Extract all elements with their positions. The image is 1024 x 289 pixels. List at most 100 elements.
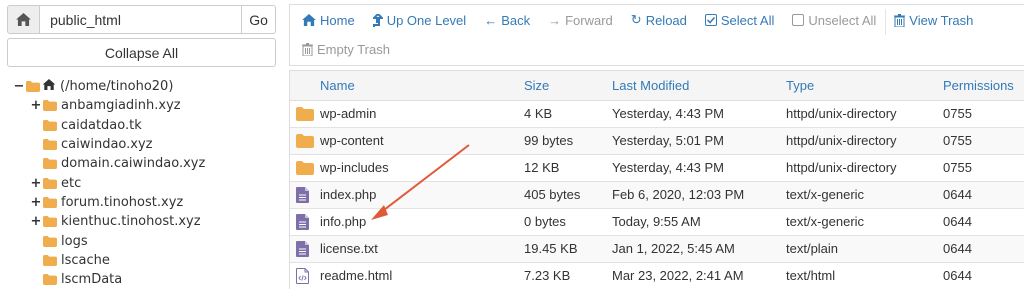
last-modified-column-header[interactable]: Last Modified [612,71,786,101]
level-up-icon [372,13,383,27]
file-name: index.php [320,181,524,209]
home-directory-button[interactable] [8,6,41,33]
tree-item[interactable]: caiwindao.xyz [14,135,279,154]
file-permissions: 0644 [943,262,1024,289]
collapse-icon[interactable]: − [14,79,25,94]
tree-item[interactable]: lscache [14,251,279,270]
folder-icon [43,254,57,266]
expand-icon[interactable]: + [31,195,42,210]
file-modified: Yesterday, 4:43 PM [612,154,786,182]
tree-item[interactable]: + anbamgiadinh.xyz [14,96,279,115]
size-column-header[interactable]: Size [524,71,612,101]
collapse-all-button[interactable]: Collapse All [7,38,276,67]
file-size: 405 bytes [524,181,612,209]
unselect-all-button[interactable]: Unselect All [792,12,876,28]
folder-icon [43,196,57,208]
refresh-icon: ↻ [630,12,642,27]
folder-icon [296,160,320,175]
expand-icon[interactable]: + [31,98,42,113]
table-row[interactable]: wp-includes 12 KB Yesterday, 4:43 PM httpd/… [290,154,1024,182]
file-size: 19.45 KB [524,235,612,263]
tree-item[interactable]: − (/home/tinoho20) [14,77,279,96]
forward-label: Forward [565,12,613,28]
file-name: wp-content [320,127,524,155]
tree-item-label: logs [61,233,88,249]
view-trash-button[interactable]: View Trash [894,12,973,28]
table-row[interactable]: wp-admin 4 KB Yesterday, 4:43 PM httpd/unix… [290,100,1024,128]
folder-icon [43,100,57,112]
tree-item[interactable]: domain.caiwindao.xyz [14,154,279,173]
tree-item-label: etc [61,175,82,191]
table-row[interactable]: index.php 405 bytes Feb 6, 2020, 12:03 PM t… [290,181,1024,209]
file-type: text/plain [786,235,943,263]
empty-trash-button[interactable]: Empty Trash [302,42,390,57]
file-modified: Jan 1, 2022, 5:45 AM [612,235,786,263]
home-button-label: Home [320,12,355,28]
tree-item-label: caiwindao.xyz [61,137,153,153]
tree-item-label: kienthuc.tinohost.xyz [61,214,201,230]
type-column-header[interactable]: Type [786,71,943,101]
trash-icon [302,43,313,56]
arrow-left-icon: ← [484,12,498,28]
folder-icon [43,119,57,131]
folder-icon [43,158,57,170]
name-column-header[interactable]: Name [320,71,524,101]
tree-item[interactable]: + etc [14,173,279,192]
home-icon [302,14,316,26]
tree-item-label: lscache [61,252,110,268]
folder-icon [296,106,320,121]
html-file-icon [296,267,320,284]
back-label: Back [501,12,531,28]
tree-item[interactable]: lscmData [14,270,279,289]
file-permissions: 0755 [943,127,1024,155]
folder-icon [296,133,320,148]
empty-trash-label: Empty Trash [317,42,390,57]
tree-item[interactable]: logs [14,231,279,250]
permissions-column-header[interactable]: Permissions [943,71,1024,101]
file-modified: Mar 23, 2022, 2:41 AM [612,262,786,289]
file-size: 0 bytes [524,208,612,236]
path-input[interactable] [40,6,242,33]
reload-button[interactable]: ↻ Reload [631,12,687,28]
folder-icon [43,177,57,189]
table-row[interactable]: info.php 0 bytes Today, 9:55 AM text/x-gene… [290,208,1024,236]
unselect-all-label: Unselect All [808,12,877,28]
file-table: Name Size Last Modified Type Permissions… [289,70,1024,289]
file-type: text/x-generic [786,208,943,236]
icon-column-header [290,71,320,101]
file-permissions: 0755 [943,100,1024,128]
file-type: httpd/unix-directory [786,154,943,182]
forward-button[interactable]: → Forward [548,12,613,28]
table-row[interactable]: license.txt 19.45 KB Jan 1, 2022, 5:45 AM t… [290,235,1024,263]
table-row[interactable]: readme.html 7.23 KB Mar 23, 2022, 2:41 AM t… [290,262,1024,289]
file-name: wp-includes [320,154,524,182]
expand-icon[interactable]: + [31,176,42,191]
expand-icon[interactable]: + [31,214,42,229]
directory-tree-pane: Go Collapse All − (/home/tinoho20) + anbamg… [0,0,284,289]
view-trash-label: View Trash [909,12,974,28]
file-type: httpd/unix-directory [786,127,943,155]
tree-item[interactable]: caidatdao.tk [14,116,279,135]
file-permissions: 0755 [943,154,1024,182]
tree-item[interactable]: + forum.tinohost.xyz [14,193,279,212]
folder-icon [43,216,57,228]
empty-box-icon [792,14,805,26]
table-row[interactable]: wp-content 99 bytes Yesterday, 5:01 PM http… [290,127,1024,155]
back-button[interactable]: ← Back [484,12,530,28]
tree-item[interactable]: + kienthuc.tinohost.xyz [14,212,279,231]
go-button[interactable]: Go [241,6,275,33]
select-all-button[interactable]: Select All [704,12,774,28]
home-button[interactable]: Home [302,12,355,28]
tree-item-label: anbamgiadinh.xyz [61,98,181,114]
file-list-pane: Home Up One Level ← Back → Forward ↻ Rel… [289,0,1024,289]
folder-icon [43,139,57,150]
file-size: 4 KB [524,100,612,128]
home-icon [16,13,31,26]
toolbar: Home Up One Level ← Back → Forward ↻ Rel… [289,4,1024,66]
table-header-row: Name Size Last Modified Type Permissions [290,71,1024,101]
up-one-level-button[interactable]: Up One Level [372,12,466,28]
path-bar: Go [7,5,276,34]
folder-icon [43,274,57,286]
folder-tree: − (/home/tinoho20) + anbamgiadinh.xyz caidat… [14,77,279,289]
file-modified: Yesterday, 5:01 PM [612,127,786,155]
